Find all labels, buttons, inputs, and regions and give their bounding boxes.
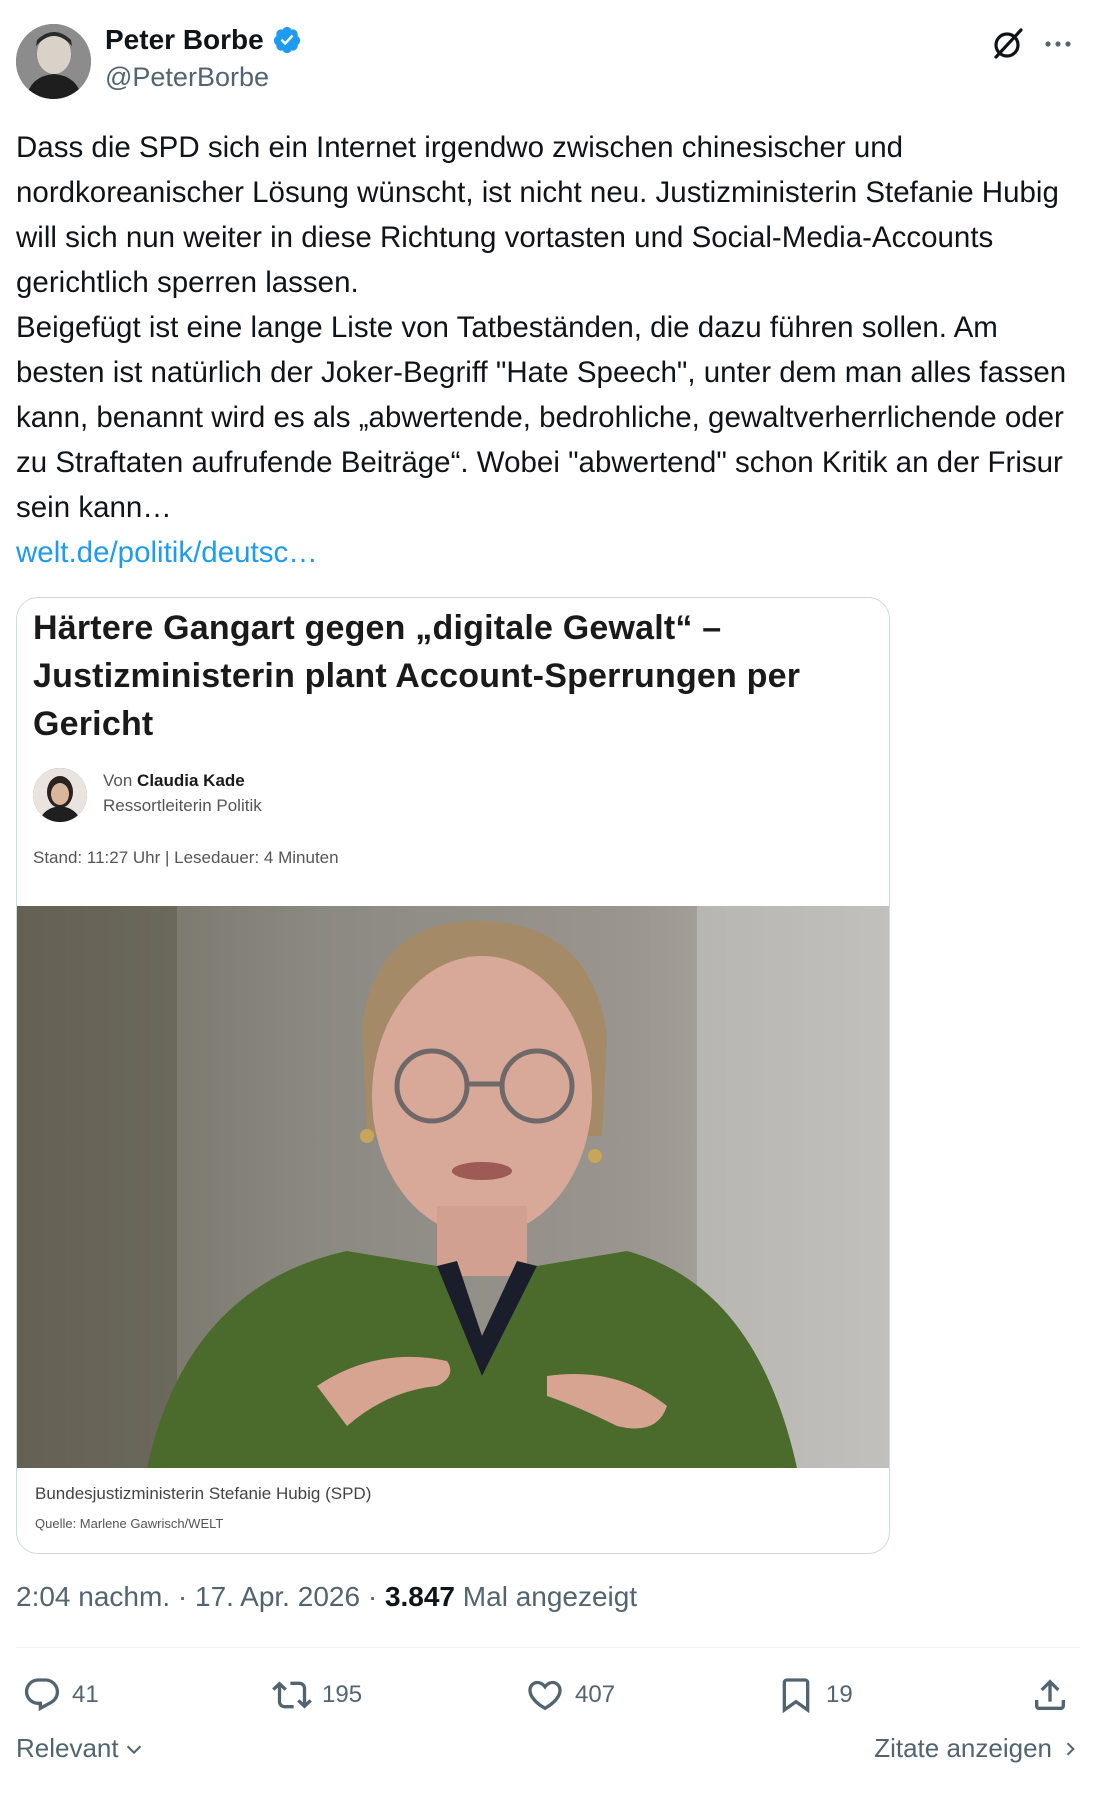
chevron-right-icon	[1066, 1741, 1075, 1756]
image-caption: Bundesjustizministerin Stefanie Hubig (S…	[35, 1484, 372, 1503]
card-author-role: Ressortleiterin Politik	[103, 796, 262, 815]
card-author-photo	[33, 768, 87, 822]
article-image	[17, 906, 889, 1468]
grok-icon	[994, 28, 1023, 59]
tweet-date[interactable]: 17. Apr. 2026	[195, 1581, 360, 1612]
more-icon	[1045, 41, 1071, 47]
like-count: 407	[575, 1681, 616, 1708]
reply-icon	[24, 1678, 60, 1712]
like-button[interactable]: 407	[525, 1670, 615, 1720]
separator-dot: ·	[177, 1581, 195, 1612]
view-quotes-link[interactable]: Zitate anzeigen	[874, 1733, 1080, 1764]
reply-button[interactable]: 41	[22, 1670, 99, 1720]
separator-dot: ·	[367, 1581, 385, 1612]
reply-count: 41	[72, 1681, 99, 1708]
bookmark-count: 19	[826, 1681, 853, 1708]
card-author-name: Claudia Kade	[137, 771, 245, 790]
card-author-line: Von Claudia Kade	[103, 771, 245, 791]
sort-dropdown[interactable]: Relevant	[16, 1733, 145, 1764]
verified-badge-icon	[273, 26, 300, 54]
divider	[16, 1647, 1080, 1648]
tweet-paragraph: Dass die SPD sich ein Internet irgendwo …	[16, 131, 1059, 299]
repost-count: 195	[322, 1681, 363, 1708]
chevron-down-icon	[126, 1745, 141, 1754]
sort-label: Relevant	[16, 1733, 119, 1763]
like-icon	[528, 1680, 562, 1711]
bookmark-button[interactable]: 19	[776, 1670, 853, 1720]
author-name[interactable]: Peter Borbe	[105, 24, 302, 56]
tweet-link[interactable]: welt.de/politik/deutsc…	[16, 530, 318, 575]
share-button[interactable]	[1030, 1670, 1070, 1720]
author-handle[interactable]: @PeterBorbe	[105, 62, 269, 93]
image-credit: Quelle: Marlene Gawrisch/WELT	[35, 1516, 224, 1531]
more-options-button[interactable]	[1040, 26, 1076, 62]
grok-button[interactable]	[988, 24, 1028, 64]
repost-button[interactable]: 195	[272, 1670, 362, 1720]
bookmark-icon	[782, 1678, 810, 1714]
card-author-prefix: Von	[103, 771, 133, 790]
views-count: 3.847	[384, 1581, 456, 1612]
tweet-text: Dass die SPD sich ein Internet irgendwo …	[16, 125, 1080, 530]
tweet-time[interactable]: 2:04 nachm.	[16, 1581, 170, 1612]
tweet-paragraph: Beigefügt ist eine lange Liste von Tatbe…	[16, 311, 1067, 524]
views-label: Mal angezeigt	[462, 1581, 638, 1612]
card-meta: Stand: 11:27 Uhr | Lesedauer: 4 Minuten	[33, 848, 339, 867]
share-icon	[1035, 1679, 1065, 1710]
author-avatar[interactable]	[16, 24, 91, 99]
quotes-label: Zitate anzeigen	[874, 1733, 1052, 1763]
link-card[interactable]: Härtere Gangart gegen „digitale Gewalt“ …	[16, 597, 890, 1554]
timestamp-line: 2:04 nachm. · 17. Apr. 2026 · 3.847 Mal …	[16, 1581, 637, 1613]
repost-icon	[272, 1681, 312, 1709]
author-name-text: Peter Borbe	[105, 24, 264, 55]
card-headline: Härtere Gangart gegen „digitale Gewalt“ …	[33, 609, 801, 743]
